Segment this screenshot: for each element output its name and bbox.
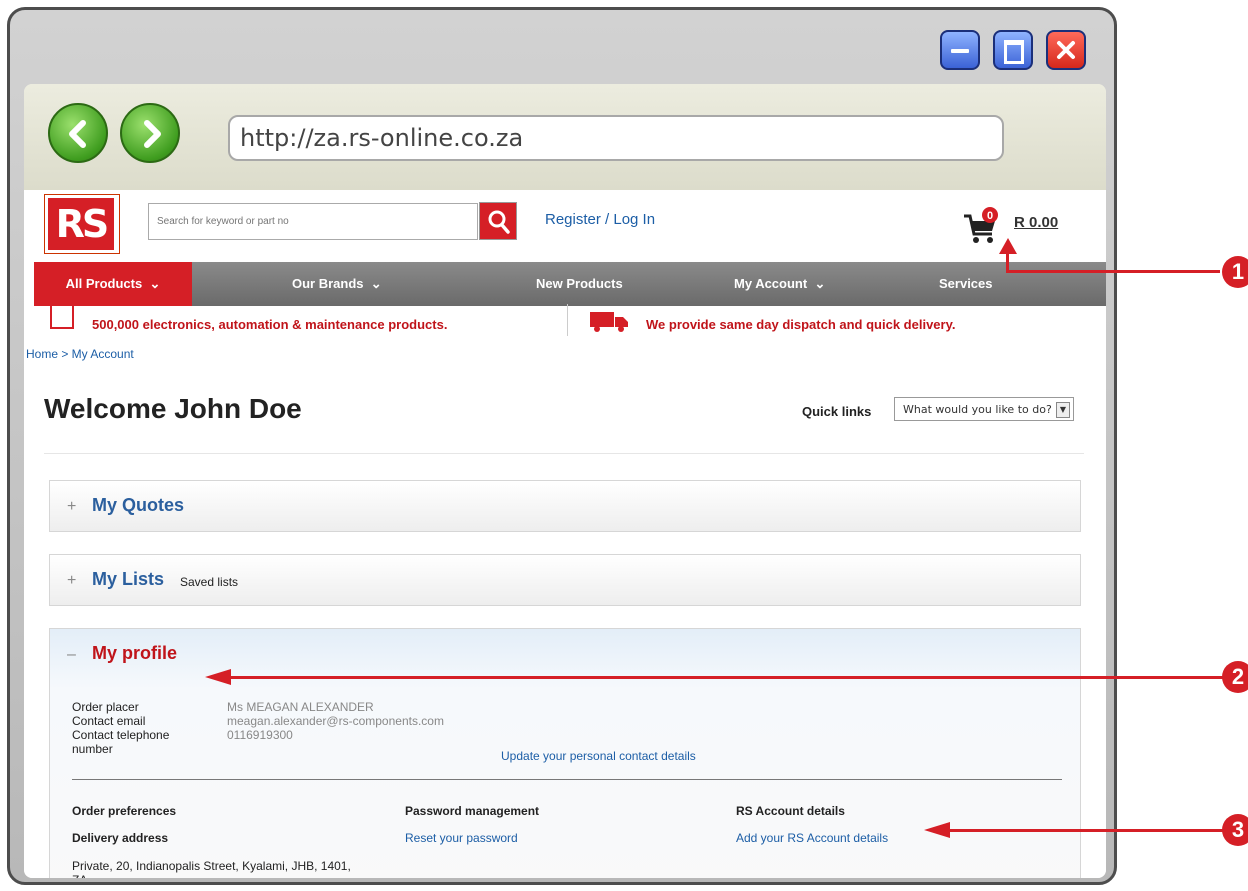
expand-icon[interactable]: + [67,572,76,590]
browser-viewport: http://za.rs-online.co.za RS Register / … [24,84,1106,878]
add-rs-account-link[interactable]: Add your RS Account details [736,831,888,845]
truck-icon [590,312,628,332]
rs-logo[interactable]: RS [44,194,120,254]
annotation-line [230,676,1224,679]
quick-links-select[interactable]: What would you like to do? ▼ [894,397,1074,421]
back-arrow-icon[interactable] [48,103,108,163]
rs-account-heading: RS Account details [736,804,845,818]
web-page: RS Register / Log In 0 R 0.00 All Produc… [24,190,1106,878]
page-title: Welcome John Doe [44,393,302,424]
promo-products: 500,000 electronics, automation & mainte… [92,317,448,332]
expand-icon[interactable]: + [67,498,76,516]
search-input[interactable] [148,203,478,240]
annotation-line [949,829,1224,832]
address-bar[interactable]: http://za.rs-online.co.za [228,115,1004,161]
panel-title[interactable]: My profile [92,643,177,664]
arrow-up-icon [999,238,1017,254]
search-icon [488,210,510,234]
logo-text: RS [48,198,114,250]
section-divider [72,779,1062,780]
collapse-icon[interactable]: – [67,646,76,664]
maximize-icon[interactable] [993,30,1033,70]
phone-value: 0116919300 [227,728,293,742]
order-placer-value: Ms MEAGAN ALEXANDER [227,700,374,714]
email-label: Contact email [72,714,146,728]
annotation-line [1006,270,1220,273]
delivery-address-heading: Delivery address [72,831,169,845]
panel-my-lists[interactable]: + My Lists Saved lists [49,554,1081,606]
forward-arrow-icon[interactable] [120,103,180,163]
divider [44,453,1084,454]
annotation-badge: 2 [1222,661,1248,693]
reset-password-link[interactable]: Reset your password [405,831,518,845]
order-placer-label: Order placer [72,700,139,714]
browser-toolbar: http://za.rs-online.co.za [24,84,1106,190]
promo-delivery: We provide same day dispatch and quick d… [646,317,956,332]
minimize-icon[interactable] [940,30,980,70]
panel-title[interactable]: My Lists [92,569,164,590]
chevron-down-icon: ⌄ [370,276,382,291]
cart-count: 0 [987,210,993,222]
panel-title[interactable]: My Quotes [92,495,184,516]
main-menu: All Products ⌄ Our Brands ⌄ New Products… [34,262,1106,306]
chevron-down-icon: ⌄ [814,276,826,291]
register-login-link[interactable]: Register / Log In [545,211,655,228]
cart-total[interactable]: R 0.00 [1014,214,1058,231]
chevron-down-icon: ▼ [1056,402,1070,418]
menu-my-account[interactable]: My Account ⌄ [734,262,825,306]
cart-icon[interactable]: 0 [962,206,1002,246]
chevron-down-icon: ⌄ [149,276,161,291]
menu-new-products[interactable]: New Products [536,262,623,306]
password-heading: Password management [405,804,540,818]
delivery-address-value-cont: ZA [72,873,87,878]
menu-all-products[interactable]: All Products ⌄ [34,262,192,306]
annotation-badge: 3 [1222,814,1248,846]
promo-divider [567,304,568,336]
products-icon [50,303,74,329]
quick-links-label: Quick links [802,404,872,419]
delivery-address-value: Private, 20, Indianopalis Street, Kyalam… [72,859,351,873]
phone-label-cont: number [72,742,113,756]
close-icon[interactable] [1046,30,1086,70]
menu-services[interactable]: Services [939,262,993,306]
search-button[interactable] [479,202,517,240]
browser-window: http://za.rs-online.co.za RS Register / … [7,7,1117,885]
arrow-left-icon [924,822,950,838]
menu-our-brands[interactable]: Our Brands ⌄ [292,262,382,306]
phone-label: Contact telephone [72,728,170,742]
order-preferences-heading: Order preferences [72,804,177,818]
panel-my-profile: – My profile Order placer Ms MEAGAN ALEX… [49,628,1081,878]
email-value: meagan.alexander@rs-components.com [227,714,444,728]
breadcrumb[interactable]: Home > My Account [26,347,134,361]
panel-my-quotes[interactable]: + My Quotes [49,480,1081,532]
panel-subtitle: Saved lists [180,575,239,589]
update-contact-link[interactable]: Update your personal contact details [501,749,696,763]
arrow-left-icon [205,669,231,685]
annotation-badge: 1 [1222,256,1248,288]
